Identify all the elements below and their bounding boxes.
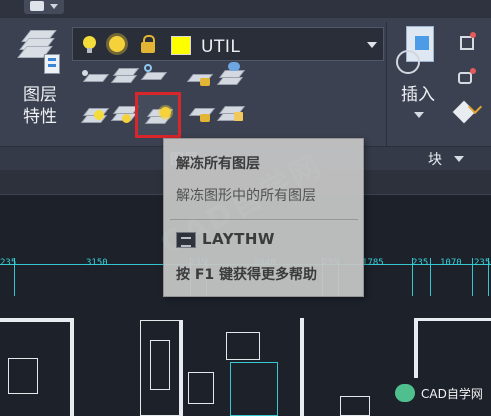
lock-icon bbox=[200, 78, 210, 86]
thaw-all-layers-button[interactable] bbox=[135, 92, 181, 138]
block-attribute-button[interactable] bbox=[452, 99, 483, 126]
tooltip-title: 解冻所有图层 bbox=[176, 156, 260, 172]
layer-thaw-icon bbox=[176, 232, 196, 248]
edit-block-button[interactable] bbox=[454, 68, 480, 88]
lightbulb-icon bbox=[83, 36, 96, 53]
insert-button[interactable]: 插入 bbox=[392, 24, 446, 142]
dimension-text: 235 bbox=[0, 258, 17, 268]
tooltip: 解冻所有图层 解冻图形中的所有图层 LAYTHW 按 F1 键获得更多帮助 bbox=[163, 138, 364, 297]
lightbulb-icon bbox=[94, 110, 104, 120]
chevron-down-icon bbox=[414, 112, 424, 118]
sun-icon bbox=[160, 107, 171, 118]
chevron-down-icon bbox=[50, 4, 58, 9]
palette-icon bbox=[44, 54, 60, 74]
chevron-down-icon[interactable] bbox=[367, 42, 377, 48]
layer-properties-label: 图层 特性 bbox=[23, 85, 57, 127]
layer-lock-button[interactable] bbox=[184, 66, 214, 90]
snowflake-icon bbox=[144, 64, 152, 72]
layer-properties-button[interactable]: 图层 特性 bbox=[12, 24, 68, 144]
layer-freeze-button[interactable] bbox=[136, 64, 168, 88]
wechat-icon bbox=[395, 384, 415, 402]
sun-icon bbox=[122, 114, 131, 123]
layer-match-button[interactable] bbox=[214, 62, 246, 86]
layer-thaw-icon bbox=[144, 103, 174, 127]
tooltip-divider bbox=[170, 219, 358, 220]
tooltip-description: 解冻图形中的所有图层 bbox=[176, 188, 316, 204]
sun-icon bbox=[109, 36, 125, 52]
dimension-text: 235 bbox=[474, 258, 491, 268]
tooltip-command: LAYTHW bbox=[202, 230, 275, 248]
dimension-text: 1785 bbox=[362, 258, 384, 268]
chevron-down-icon[interactable] bbox=[454, 156, 464, 162]
camera-icon bbox=[30, 1, 44, 11]
pencil-icon bbox=[234, 112, 243, 121]
layer-off-button[interactable] bbox=[80, 66, 110, 90]
unlock-icon bbox=[141, 35, 155, 53]
tooltip-help-hint: 按 F1 键获得更多帮助 bbox=[176, 267, 318, 283]
layer-color-swatch bbox=[171, 36, 191, 55]
current-layer-name: UTIL bbox=[201, 37, 241, 57]
dimension-text: 3150 bbox=[86, 258, 108, 268]
layer-on-button[interactable] bbox=[80, 102, 110, 126]
block-panel-title[interactable]: 块 bbox=[428, 149, 442, 169]
layer-dropdown[interactable]: UTIL bbox=[72, 27, 384, 61]
dimension-text: 1070 bbox=[440, 258, 462, 268]
layer-change-button[interactable] bbox=[216, 100, 246, 124]
layer-unisolate-button[interactable] bbox=[108, 102, 140, 126]
layer-unlock-button[interactable] bbox=[186, 102, 216, 126]
create-block-button[interactable] bbox=[454, 32, 480, 54]
dimension-text: 235 bbox=[412, 258, 429, 268]
brand-text: CAD自学网 bbox=[421, 387, 483, 401]
insert-label: 插入 bbox=[401, 85, 435, 105]
quick-access-button[interactable] bbox=[24, 0, 64, 14]
insert-block-icon bbox=[396, 26, 442, 76]
unlock-icon bbox=[200, 114, 210, 122]
quick-access-strip bbox=[0, 0, 491, 18]
layer-isolate-button[interactable] bbox=[108, 64, 140, 88]
